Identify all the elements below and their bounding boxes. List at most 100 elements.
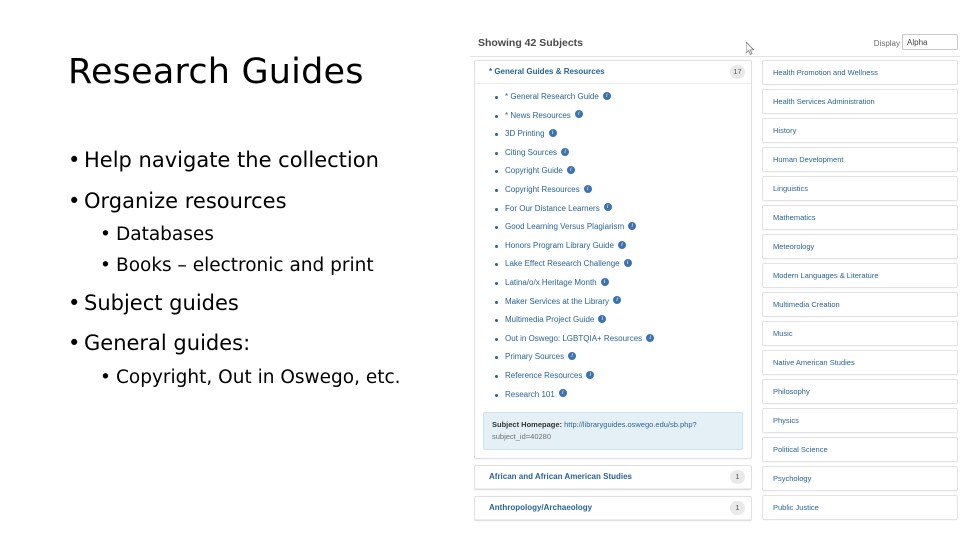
subject-item[interactable]: Mathematics <box>762 205 958 230</box>
subject-homepage-panel: Subject Homepage: http://libraryguides.o… <box>483 412 743 451</box>
guide-link[interactable]: Research 101 <box>505 390 555 399</box>
guide-link[interactable]: Copyright Resources <box>505 185 580 194</box>
list-item[interactable]: Maker Services at the Library i <box>475 293 751 312</box>
bullet-dot-icon <box>495 188 498 192</box>
list-item[interactable]: Copyright Guide i <box>475 162 751 181</box>
list-item[interactable]: Research 101 i <box>475 386 751 405</box>
bullet-text: General guides: <box>84 331 251 355</box>
subjects-column: Health Promotion and Wellness Health Ser… <box>762 60 958 523</box>
info-icon[interactable]: i <box>586 370 595 379</box>
subject-item[interactable]: Linguistics <box>762 176 958 201</box>
african-american-studies-header[interactable]: African and African American Studies 1 <box>475 466 751 490</box>
list-item[interactable]: For Our Distance Learners i <box>475 200 751 219</box>
info-icon[interactable]: i <box>548 129 557 138</box>
subject-item[interactable]: Philosophy <box>762 379 958 404</box>
info-icon[interactable]: i <box>603 203 612 212</box>
bullet-dot-icon <box>495 96 498 99</box>
subject-item[interactable]: Multimedia Creation <box>762 292 958 317</box>
guide-link[interactable]: Copyright Guide <box>505 166 563 175</box>
info-icon[interactable]: i <box>561 147 570 156</box>
subject-item[interactable]: Health Services Administration <box>762 89 958 114</box>
general-guides-title[interactable]: * General Guides & Resources <box>489 67 605 76</box>
guide-link[interactable]: Honors Program Library Guide <box>505 241 614 250</box>
subject-item[interactable]: History <box>762 118 958 143</box>
guide-link[interactable]: Latina/o/x Heritage Month <box>505 278 597 287</box>
libguides-screenshot: Showing 42 Subjects Display Alpha * Gene… <box>470 28 960 523</box>
list-item[interactable]: * News Resources i <box>475 107 751 126</box>
bullet-dot-icon <box>495 337 498 341</box>
subject-item[interactable]: Native American Studies <box>762 350 958 375</box>
list-item[interactable]: Good Learning Versus Plagiarism i <box>475 218 751 237</box>
bullet-marker: • <box>68 189 81 213</box>
info-icon[interactable]: i <box>583 184 592 193</box>
guide-link[interactable]: * News Resources <box>505 111 571 120</box>
screenshot-toolbar: Showing 42 Subjects Display Alpha <box>470 28 960 57</box>
subject-item[interactable]: Public Justice <box>762 495 958 520</box>
bullet-text: Subject guides <box>84 291 239 315</box>
guide-link[interactable]: Good Learning Versus Plagiarism <box>505 222 624 231</box>
list-item[interactable]: Reference Resources i <box>475 367 751 386</box>
bullet-dot-icon <box>495 374 498 378</box>
bullet-dot-icon <box>495 281 498 285</box>
info-icon[interactable]: i <box>602 91 611 100</box>
guide-link[interactable]: Primary Sources <box>505 352 564 361</box>
subject-homepage-url-continued: subject_id=40280 <box>492 432 552 442</box>
info-icon[interactable]: i <box>568 352 577 361</box>
subject-item[interactable]: Modern Languages & Literature <box>762 263 958 288</box>
info-icon[interactable]: i <box>558 389 567 398</box>
list-item[interactable]: Out in Oswego: LGBTQIA+ Resources i <box>475 330 751 349</box>
list-item[interactable]: 3D Printing i <box>475 125 751 144</box>
info-icon[interactable]: i <box>613 296 622 305</box>
info-icon[interactable]: i <box>617 240 626 249</box>
list-item[interactable]: Lake Effect Research Challenge i <box>475 255 751 274</box>
subject-item[interactable]: Music <box>762 321 958 346</box>
info-icon[interactable]: i <box>574 110 583 119</box>
african-american-studies-title[interactable]: African and African American Studies <box>489 472 632 481</box>
bullet-dot-icon <box>495 300 498 304</box>
list-item[interactable]: Latina/o/x Heritage Month i <box>475 274 751 293</box>
subject-item[interactable]: Human Development <box>762 147 958 172</box>
guide-link[interactable]: Lake Effect Research Challenge <box>505 259 620 268</box>
anthropology-archaeology-card[interactable]: Anthropology/Archaeology 1 <box>474 496 752 522</box>
guide-link[interactable]: For Our Distance Learners <box>505 204 600 213</box>
list-item[interactable]: Primary Sources i <box>475 348 751 367</box>
anthropology-archaeology-title[interactable]: Anthropology/Archaeology <box>489 503 592 512</box>
showing-subjects-label: Showing 42 Subjects <box>478 37 584 49</box>
mouse-cursor-icon <box>746 42 755 55</box>
guide-link[interactable]: Citing Sources <box>505 148 557 157</box>
subject-homepage-url[interactable]: http://libraryguides.oswego.edu/sb.php? <box>564 420 697 429</box>
african-american-studies-card[interactable]: African and African American Studies 1 <box>474 465 752 491</box>
list-item[interactable]: * General Research Guide i <box>475 88 751 107</box>
bullet-text: Organize resources <box>84 189 287 213</box>
info-icon[interactable]: i <box>600 277 609 286</box>
anthropology-archaeology-header[interactable]: Anthropology/Archaeology 1 <box>475 497 751 521</box>
subject-item[interactable]: Political Science <box>762 437 958 462</box>
bullet-dot-icon <box>495 319 498 323</box>
info-icon[interactable]: i <box>628 222 637 231</box>
list-item[interactable]: Multimedia Project Guide i <box>475 311 751 330</box>
bullet-general-guides: • General guides: <box>68 331 250 355</box>
guide-link[interactable]: * General Research Guide <box>505 92 599 101</box>
list-item[interactable]: Citing Sources i <box>475 144 751 163</box>
info-icon[interactable]: i <box>623 259 632 268</box>
guide-link[interactable]: Multimedia Project Guide <box>505 315 594 324</box>
bullet-dot-icon <box>495 263 498 267</box>
info-icon[interactable]: i <box>566 166 575 175</box>
list-item[interactable]: Honors Program Library Guide i <box>475 237 751 256</box>
subject-item[interactable]: Physics <box>762 408 958 433</box>
subject-item[interactable]: Psychology <box>762 466 958 491</box>
subject-item[interactable]: Health Promotion and Wellness <box>762 60 958 85</box>
page-title: Research Guides <box>68 52 364 92</box>
info-icon[interactable]: i <box>646 333 655 342</box>
guide-link[interactable]: Maker Services at the Library <box>505 297 609 306</box>
bullet-dot-icon <box>495 393 498 397</box>
guide-link[interactable]: 3D Printing <box>505 129 545 138</box>
list-item[interactable]: Copyright Resources i <box>475 181 751 200</box>
african-american-studies-count-badge: 1 <box>730 470 745 485</box>
guide-link[interactable]: Reference Resources <box>505 371 582 380</box>
general-guides-card-header[interactable]: * General Guides & Resources 17 <box>475 61 751 84</box>
guide-link[interactable]: Out in Oswego: LGBTQIA+ Resources <box>505 334 642 343</box>
subject-item[interactable]: Meteorology <box>762 234 958 259</box>
display-sort-select[interactable]: Alpha <box>902 34 958 50</box>
info-icon[interactable]: i <box>598 315 607 324</box>
